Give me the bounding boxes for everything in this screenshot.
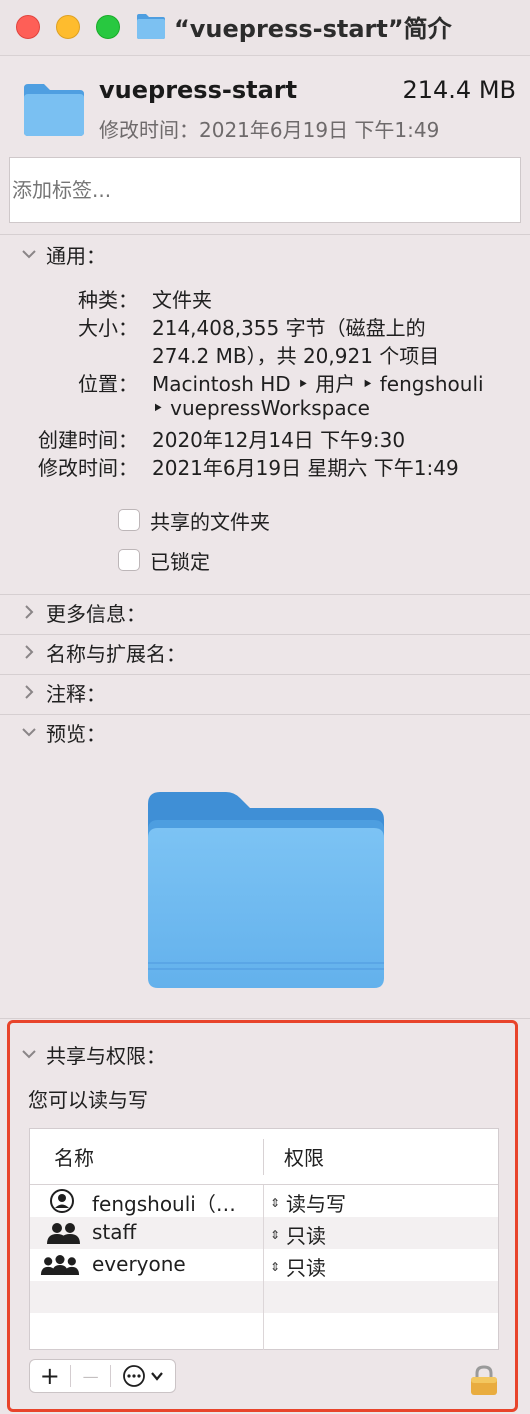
where-line1: Macintosh HD ‣ 用户 ‣ fengshouli	[152, 372, 484, 396]
locked-checkbox[interactable]	[118, 549, 140, 571]
section-title: 名称与扩展名：	[46, 641, 186, 666]
privilege-value: 只读	[286, 1224, 326, 1248]
privilege-popup[interactable]: ⇕ 读与写	[270, 1188, 346, 1217]
section-comments-toggle[interactable]: 注释：	[20, 677, 106, 707]
user-icon	[50, 1189, 74, 1213]
updown-arrows-icon: ⇕	[270, 1195, 281, 1210]
column-header-privilege[interactable]: 权限	[284, 1129, 324, 1184]
file-name: vuepress-start	[99, 76, 298, 104]
section-preview-toggle[interactable]: 预览：	[20, 717, 106, 747]
row-user-name: fengshouli（…	[92, 1192, 236, 1216]
section-title: 注释：	[46, 681, 106, 706]
modified-value: 2021年6月19日 下午1:49	[199, 118, 440, 142]
shared-folder-checkbox[interactable]	[118, 509, 140, 531]
header-modified: 修改时间：2021年6月19日 下午1:49	[99, 114, 439, 143]
chevron-right-icon	[25, 685, 34, 699]
shared-folder-label: 共享的文件夹	[150, 509, 270, 534]
column-divider	[263, 1185, 264, 1350]
size-value-line1: 214,408,355 字节（磁盘上的	[152, 316, 426, 340]
remove-user-button[interactable]: —	[71, 1360, 111, 1392]
section-name-extension-toggle[interactable]: 名称与扩展名：	[20, 637, 186, 667]
size-label: 大小：	[78, 316, 138, 340]
section-sharing-toggle[interactable]: 共享与权限：	[20, 1039, 166, 1069]
window-title: “vuepress-start”简介	[174, 15, 452, 43]
modified-label: 修改时间：	[99, 118, 199, 142]
lock-icon[interactable]	[469, 1364, 499, 1396]
kind-value: 文件夹	[152, 288, 212, 312]
chevron-down-icon	[22, 250, 36, 259]
action-menu-button[interactable]	[111, 1360, 175, 1392]
divider	[0, 674, 530, 675]
section-title: 预览：	[46, 721, 106, 746]
privilege-value: 只读	[286, 1256, 326, 1280]
row-everyone-name: everyone	[92, 1252, 186, 1276]
group-icon	[47, 1223, 80, 1244]
divider	[0, 594, 530, 595]
chevron-right-icon	[25, 645, 34, 659]
file-size: 214.4 MB	[402, 76, 516, 104]
updown-arrows-icon: ⇕	[270, 1259, 281, 1274]
empty-row	[30, 1281, 498, 1313]
created-label: 创建时间：	[38, 428, 138, 452]
privilege-value: 读与写	[286, 1192, 346, 1216]
privilege-popup[interactable]: ⇕ 只读	[270, 1220, 326, 1249]
table-row[interactable]: everyone ⇕ 只读	[30, 1249, 498, 1281]
created-value: 2020年12月14日 下午9:30	[152, 428, 406, 452]
chevron-down-icon	[22, 1050, 36, 1059]
section-more-info-toggle[interactable]: 更多信息：	[20, 597, 146, 627]
shared-folder-checkbox-row[interactable]: 共享的文件夹	[118, 507, 270, 534]
section-general-toggle[interactable]: 通用：	[20, 239, 106, 269]
locked-label: 已锁定	[150, 549, 210, 574]
folder-preview-icon	[148, 792, 384, 988]
table-row[interactable]: staff ⇕ 只读	[30, 1217, 498, 1249]
add-user-button[interactable]: +	[30, 1360, 70, 1392]
close-window-button[interactable]	[16, 15, 40, 39]
title-bar: “vuepress-start”简介	[0, 0, 530, 56]
tags-input[interactable]	[9, 157, 521, 223]
section-title: 通用：	[46, 243, 106, 268]
chevron-right-icon	[25, 605, 34, 619]
ellipsis-circle-icon	[123, 1365, 146, 1387]
updown-arrows-icon: ⇕	[270, 1227, 281, 1242]
divider	[0, 1018, 530, 1019]
minimize-window-button[interactable]	[56, 15, 80, 39]
where-label: 位置：	[78, 372, 138, 396]
chevron-down-icon	[22, 728, 36, 737]
where-line2: ‣ vuepressWorkspace	[152, 396, 370, 420]
chevron-down-icon	[151, 1372, 164, 1381]
everyone-icon	[40, 1255, 80, 1275]
locked-checkbox-row[interactable]: 已锁定	[118, 547, 210, 574]
row-group-name: staff	[92, 1220, 137, 1244]
privilege-popup[interactable]: ⇕ 只读	[270, 1252, 326, 1281]
column-header-name[interactable]: 名称	[54, 1129, 94, 1184]
permission-description: 您可以读与写	[28, 1088, 148, 1112]
modified-label: 修改时间：	[38, 456, 138, 480]
folder-icon	[137, 14, 165, 39]
size-value-line2: 274.2 MB），共 20,921 个项目	[152, 344, 440, 368]
column-divider	[263, 1139, 264, 1175]
permissions-table: 名称 权限 fengshouli（… ⇕ 读与写 staff ⇕ 只读 ever…	[29, 1128, 499, 1350]
folder-icon	[24, 84, 84, 136]
zoom-window-button[interactable]	[96, 15, 120, 39]
section-title: 共享与权限：	[46, 1043, 166, 1068]
modified-value: 2021年6月19日 星期六 下午1:49	[152, 456, 459, 480]
divider	[0, 714, 530, 715]
divider	[0, 634, 530, 635]
table-row[interactable]: fengshouli（… ⇕ 读与写	[30, 1185, 498, 1217]
empty-row	[30, 1313, 498, 1345]
kind-label: 种类：	[78, 288, 138, 312]
section-title: 更多信息：	[46, 601, 146, 626]
permissions-toolbar: + —	[29, 1359, 176, 1393]
divider	[0, 234, 530, 235]
